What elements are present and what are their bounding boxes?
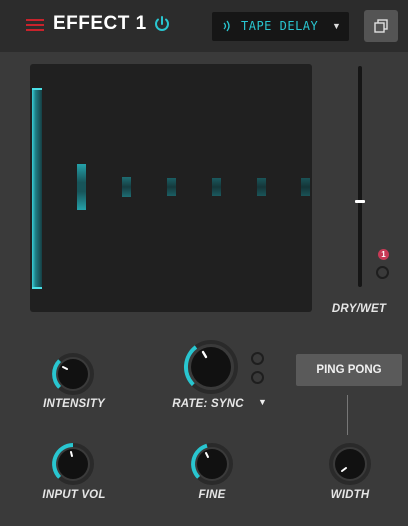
width-knob[interactable]	[328, 442, 372, 486]
intensity-knob[interactable]	[51, 352, 95, 396]
fine-label: FINE	[198, 489, 226, 501]
delay-tap-echo	[257, 178, 266, 196]
delay-tap-echo	[301, 178, 310, 196]
copy-button[interactable]	[364, 10, 398, 42]
delay-tap-echo	[167, 178, 176, 196]
copy-icon	[374, 19, 388, 33]
delay-tap-echo	[212, 178, 221, 196]
rate-dropdown-arrow-icon[interactable]: ▼	[258, 397, 267, 407]
sync-badge: 1	[378, 249, 389, 260]
delay-tap-main	[32, 88, 42, 289]
ping-pong-button[interactable]: PING PONG	[296, 354, 402, 386]
dry-wet-slider-handle[interactable]	[355, 200, 365, 203]
divider-line	[347, 395, 348, 435]
rate-label: RATE: SYNC	[172, 398, 244, 410]
header-bar: EFFECT 1 TAPE DELAY ▼	[0, 0, 408, 52]
effect-title: EFFECT 1	[53, 13, 147, 34]
rate-sync-ring-icon[interactable]	[251, 371, 264, 384]
power-icon[interactable]	[153, 15, 171, 33]
input-vol-label: INPUT VOL	[42, 489, 106, 501]
preset-selector[interactable]: TAPE DELAY ▼	[212, 12, 349, 41]
delay-tap-echo	[122, 177, 131, 197]
sync-ring-icon[interactable]	[376, 266, 389, 279]
fine-knob[interactable]	[190, 442, 234, 486]
delay-tap-main-edge	[32, 88, 42, 90]
width-label: WIDTH	[330, 489, 370, 501]
input-vol-knob[interactable]	[51, 442, 95, 486]
menu-icon[interactable]	[26, 19, 44, 33]
intensity-label: INTENSITY	[43, 398, 105, 410]
delay-display	[30, 64, 312, 312]
dry-wet-slider-track[interactable]	[358, 66, 362, 287]
wave-icon	[223, 20, 230, 32]
rate-knob[interactable]	[183, 339, 239, 395]
delay-tap-main-edge	[32, 287, 42, 289]
preset-name: TAPE DELAY	[241, 19, 319, 33]
dropdown-arrow-icon[interactable]: ▼	[332, 21, 341, 31]
rate-sync-ring-icon[interactable]	[251, 352, 264, 365]
delay-tap-echo	[77, 164, 86, 210]
dry-wet-label: DRY/WET	[331, 303, 387, 315]
